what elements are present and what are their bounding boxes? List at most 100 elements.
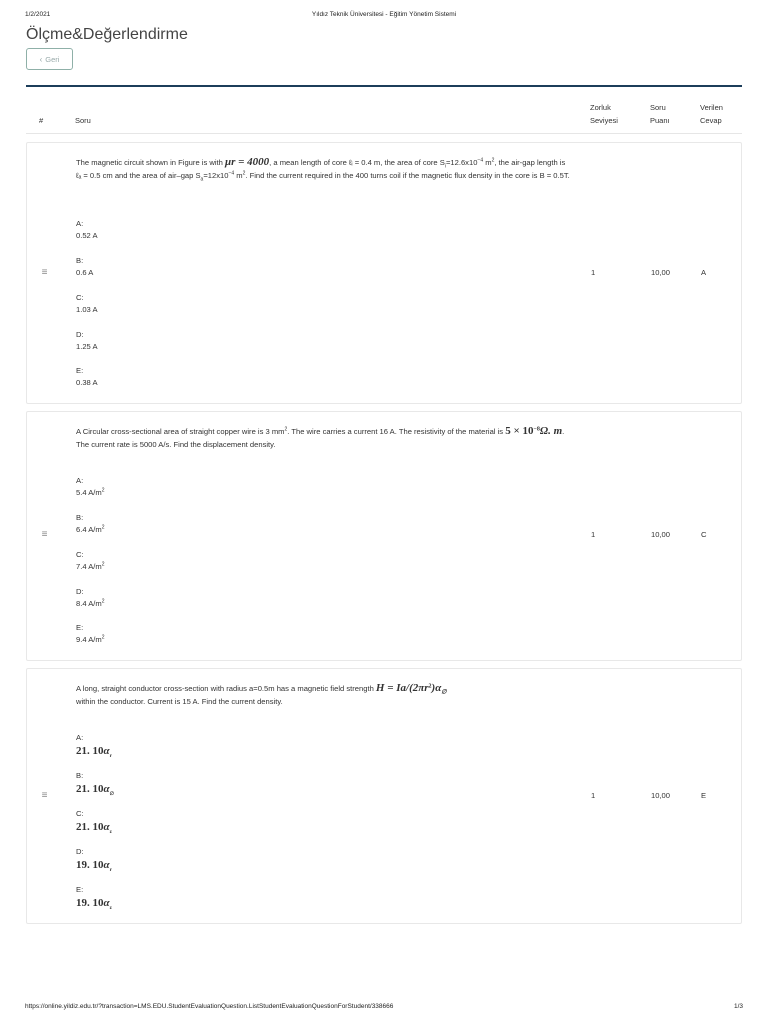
score-value: 10,00: [651, 530, 671, 539]
option-value: 0.6 A: [76, 268, 94, 277]
hamburger-icon[interactable]: ≡: [40, 268, 49, 278]
option-e: E: 0.38 A: [76, 365, 98, 389]
option-b: B: 21. 10α∅: [76, 770, 114, 798]
option-number: 19. 10: [76, 897, 104, 909]
back-button-label: Geri: [45, 54, 60, 64]
q1-text-part: =12.6x10: [445, 158, 478, 167]
column-header-difficulty: Zorluk Seviyesi: [590, 101, 618, 127]
option-b: B: 0.6 A: [76, 255, 93, 279]
option-a: A: 5.4 A/m2: [76, 475, 105, 499]
option-letter: B:: [76, 513, 84, 522]
question-text-3: A long, straight conductor cross-section…: [76, 682, 571, 708]
question-row-1: ≡ The magnetic circuit shown in Figure i…: [26, 142, 742, 404]
option-letter: C:: [76, 293, 84, 302]
header-divider: [26, 85, 742, 87]
option-letter: C:: [76, 550, 84, 559]
option-number: 21. 10: [76, 783, 104, 795]
q1-text-part: The magnetic circuit shown in Figure is …: [76, 158, 225, 167]
q1-math-mu: μr = 4000: [224, 156, 270, 168]
option-sub: r: [109, 754, 112, 760]
column-header-score-line1: Soru: [650, 103, 666, 112]
column-header-answer: Verilen Cevap: [700, 101, 723, 127]
option-number: 19. 10: [76, 859, 104, 871]
q1-text-part: =12x10: [203, 171, 229, 180]
option-letter: E:: [76, 366, 84, 375]
column-header-question: Soru: [75, 116, 91, 125]
option-b: B: 6.4 A/m2: [76, 512, 105, 536]
option-sub: ∅: [109, 792, 114, 798]
page-title: Ölçme&Değerlendirme: [26, 26, 188, 43]
option-value: 1.03 A: [76, 305, 98, 314]
option-value: 0.38 A: [76, 378, 98, 387]
print-url: https://online.yildiz.edu.tr/?transactio…: [25, 1003, 394, 1010]
option-letter: D:: [76, 587, 84, 596]
column-header-difficulty-line2: Seviyesi: [590, 116, 618, 125]
hamburger-icon[interactable]: ≡: [40, 791, 49, 801]
option-exp: 2: [101, 561, 105, 568]
option-number: 21. 10: [76, 821, 104, 833]
option-c: C: 1.03 A: [76, 292, 98, 316]
option-value: 7.4 A/m: [76, 562, 102, 571]
column-header-answer-line2: Cevap: [700, 116, 722, 125]
score-value: 10,00: [651, 791, 671, 800]
option-value: 9.4 A/m: [76, 635, 102, 644]
option-value: 1.25 A: [76, 342, 98, 351]
print-header: 1/2/2021 Yıldız Teknik Üniversitesi - Eğ…: [0, 11, 768, 21]
difficulty-value: 1: [591, 791, 596, 800]
option-e: E: 19. 10αz: [76, 884, 112, 912]
page-number: 1/3: [733, 1003, 743, 1010]
back-button[interactable]: ‹ Geri: [26, 48, 73, 70]
option-d: D: 19. 10αr: [76, 846, 112, 873]
difficulty-value: 1: [591, 530, 596, 539]
q1-text-part: m: [234, 171, 243, 180]
option-a: A: 21. 10αr: [76, 732, 112, 760]
table-header: # Soru Zorluk Seviyesi Soru Puanı Verile…: [26, 100, 742, 134]
option-exp: 2: [101, 598, 105, 605]
option-exp: 2: [101, 524, 105, 531]
q1-text-part: , a mean length of core ℓᵢ = 0.4 m, the …: [269, 158, 445, 167]
q3-text-part: A long, straight conductor cross-section…: [76, 684, 376, 693]
option-d: D: 1.25 A: [76, 329, 98, 353]
q1-text-part: m: [483, 158, 492, 167]
option-letter: D:: [76, 847, 84, 856]
option-letter: A:: [76, 219, 84, 228]
option-value: 5.4 A/m: [76, 488, 102, 497]
q2-math: Ω. m: [539, 425, 563, 437]
q2-text-part: . The wire carries a current 16 A. The r…: [287, 427, 506, 436]
option-sub: z: [109, 830, 112, 836]
question-row-3: ≡ A long, straight conductor cross-secti…: [26, 668, 742, 924]
option-sub: z: [109, 906, 112, 912]
option-exp: 2: [101, 634, 105, 641]
option-a: A: 0.52 A: [76, 218, 98, 242]
q2-math: 5 × 10: [505, 425, 534, 437]
question-text-1: The magnetic circuit shown in Figure is …: [76, 156, 571, 182]
q3-math-sub: ∅: [441, 689, 447, 696]
q3-math: H = Ia/(2πr: [375, 682, 429, 694]
chevron-left-icon: ‹: [39, 54, 43, 64]
option-letter: E:: [76, 885, 84, 894]
given-answer: E: [701, 791, 707, 800]
column-header-score: Soru Puanı: [650, 101, 670, 127]
question-row-2: ≡ A Circular cross-sectional area of str…: [26, 411, 742, 661]
option-value: 0.52 A: [76, 231, 98, 240]
question-text-2: A Circular cross-sectional area of strai…: [76, 425, 571, 451]
option-letter: A:: [76, 733, 84, 742]
option-letter: B:: [76, 256, 84, 265]
column-header-answer-line1: Verilen: [700, 103, 723, 112]
option-exp: 2: [101, 487, 105, 494]
option-letter: D:: [76, 330, 84, 339]
difficulty-value: 1: [591, 268, 596, 277]
column-header-number: #: [39, 116, 44, 125]
option-letter: A:: [76, 476, 84, 485]
q3-text-part: within the conductor. Current is 15 A. F…: [76, 697, 283, 706]
option-c: C: 7.4 A/m2: [76, 549, 105, 573]
hamburger-icon[interactable]: ≡: [40, 530, 49, 540]
given-answer: C: [701, 530, 707, 539]
option-number: 21. 10: [76, 745, 104, 757]
given-answer: A: [701, 268, 707, 277]
option-c: C: 21. 10αz: [76, 808, 112, 836]
option-value: 8.4 A/m: [76, 599, 102, 608]
print-page-title: Yıldız Teknik Üniversitesi - Eğitim Yöne…: [311, 11, 457, 18]
option-e: E: 9.4 A/m2: [76, 622, 105, 646]
option-letter: B:: [76, 771, 84, 780]
